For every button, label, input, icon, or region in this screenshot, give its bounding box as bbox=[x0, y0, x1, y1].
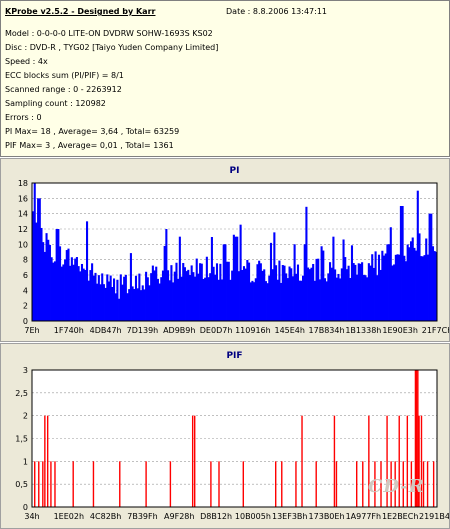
x-tick-label: 1F740h bbox=[54, 326, 84, 335]
y-tick-label: 2 bbox=[23, 412, 28, 421]
y-tick-label: 1,5 bbox=[15, 435, 28, 444]
pif-bar bbox=[242, 461, 244, 507]
pif-bar bbox=[301, 415, 303, 507]
y-tick-label: 16 bbox=[18, 194, 28, 203]
info-model: Model : 0-0-0-0 LITE-ON DVDRW SOHW-1693S… bbox=[5, 29, 213, 38]
y-tick-label: 2 bbox=[23, 302, 28, 311]
y-tick-label: 6 bbox=[23, 271, 28, 280]
y-tick-label: 0 bbox=[23, 503, 28, 512]
y-tick-label: 10 bbox=[18, 240, 28, 249]
info-pif-stats: PIF Max= 3 , Average= 0,01 , Total= 1361 bbox=[5, 141, 174, 150]
pif-bar bbox=[50, 461, 52, 507]
x-tick-label: 1E90E3h bbox=[382, 326, 418, 335]
x-tick-label: 4DB47h bbox=[90, 326, 122, 335]
info-sampling-count: Sampling count : 120982 bbox=[5, 99, 106, 108]
pif-chart-panel: PIF 0 0,5 1 1,5 2 2,5 3 34h 1EE02h 4C82Bh 7B39Fh A9F… bbox=[0, 343, 450, 529]
y-tick-label: 8 bbox=[23, 256, 28, 265]
pif-bar bbox=[275, 461, 277, 507]
pif-bar bbox=[54, 461, 56, 507]
x-tick-label: 4C82Bh bbox=[90, 512, 121, 521]
x-tick-label: 110916h bbox=[235, 326, 271, 335]
x-tick-label: 173B0Eh bbox=[309, 512, 345, 521]
pi-chart-panel: PI 0 2 4 6 8 10 12 14 16 18 7Eh 1F740h 4DB47h 7D139h AD… bbox=[0, 158, 450, 342]
pif-bar bbox=[356, 461, 358, 507]
x-tick-label: AD9B9h bbox=[163, 326, 195, 335]
info-speed: Speed : 4x bbox=[5, 57, 48, 66]
y-tick-label: 3 bbox=[23, 366, 28, 375]
pif-bar bbox=[145, 461, 147, 507]
pif-bar bbox=[426, 461, 429, 507]
x-tick-label: A9F28h bbox=[164, 512, 194, 521]
y-tick-label: 14 bbox=[18, 210, 28, 219]
y-tick-label: 0 bbox=[23, 317, 28, 326]
pif-bar bbox=[335, 461, 338, 507]
pif-bar bbox=[92, 461, 95, 507]
x-tick-label: 7B39Fh bbox=[127, 512, 157, 521]
info-pi-stats: PI Max= 18 , Average= 3,64 , Total= 6325… bbox=[5, 127, 180, 136]
pif-bar bbox=[42, 461, 44, 507]
watermark-logo: CD-R bbox=[368, 476, 425, 497]
pif-bar bbox=[38, 461, 40, 507]
pif-bar bbox=[119, 461, 121, 507]
pif-bar bbox=[210, 461, 212, 507]
x-tick-label: 2191B4h bbox=[419, 512, 449, 521]
y-tick-label: 12 bbox=[18, 225, 28, 234]
pif-bar bbox=[281, 461, 283, 507]
y-tick-label: 2,5 bbox=[15, 389, 28, 398]
pif-bar bbox=[218, 461, 220, 507]
pif-chart: PIF 0 0,5 1 1,5 2 2,5 3 34h 1EE02h 4C82Bh 7B39Fh A9F… bbox=[15, 351, 449, 521]
pif-bar bbox=[34, 461, 36, 507]
info-panel: KProbe v2.5.2 - Designed by Karr Date : … bbox=[0, 0, 450, 157]
pif-bar bbox=[46, 415, 49, 507]
x-tick-label: 7Eh bbox=[24, 326, 39, 335]
pif-bar bbox=[295, 461, 297, 507]
pif-bar bbox=[362, 461, 364, 507]
info-errors: Errors : 0 bbox=[5, 113, 42, 122]
x-tick-label: 145E4h bbox=[274, 326, 304, 335]
x-tick-label: 7D139h bbox=[127, 326, 159, 335]
y-tick-label: 0,5 bbox=[15, 480, 28, 489]
pif-bar bbox=[333, 415, 336, 507]
x-tick-label: 21F7Ch bbox=[422, 326, 449, 335]
x-tick-label: D8B12h bbox=[200, 512, 232, 521]
chart-title: PIF bbox=[226, 351, 242, 361]
pif-bar bbox=[44, 415, 46, 507]
info-ecc-blocks: ECC blocks sum (PI/PIF) = 8/1 bbox=[5, 71, 124, 80]
x-tick-label: 34h bbox=[24, 512, 39, 521]
y-tick-label: 4 bbox=[23, 286, 28, 295]
y-tick-label: 18 bbox=[18, 179, 28, 188]
app-title: KProbe v2.5.2 - Designed by Karr bbox=[5, 7, 156, 16]
pif-bar bbox=[169, 461, 172, 507]
pif-bar bbox=[194, 415, 196, 507]
x-tick-label: DE0D7h bbox=[200, 326, 233, 335]
x-tick-label: 17B834h bbox=[309, 326, 345, 335]
pif-bar bbox=[72, 461, 74, 507]
x-tick-label: 1EE02h bbox=[54, 512, 84, 521]
x-tick-label: 1A977Fh bbox=[346, 512, 382, 521]
pif-bar bbox=[432, 461, 435, 507]
scan-date: Date : 8.8.2006 13:47:11 bbox=[226, 7, 327, 16]
info-scanned-range: Scanned range : 0 - 2263912 bbox=[5, 85, 122, 94]
chart-title: PI bbox=[230, 166, 240, 176]
x-tick-label: 1B1338h bbox=[345, 326, 381, 335]
pif-bar bbox=[191, 415, 194, 507]
x-tick-label: 1E2BECh bbox=[382, 512, 418, 521]
x-tick-label: 10B005h bbox=[235, 512, 271, 521]
pi-chart: PI 0 2 4 6 8 10 12 14 16 18 7Eh 1F740h 4DB47h 7D139h AD… bbox=[18, 166, 449, 335]
pif-bar bbox=[315, 461, 317, 507]
info-disc: Disc : DVD-R , TYG02 [Taiyo Yuden Compan… bbox=[5, 43, 219, 52]
x-tick-label: 13EF3Bh bbox=[272, 512, 307, 521]
y-tick-label: 1 bbox=[23, 457, 28, 466]
